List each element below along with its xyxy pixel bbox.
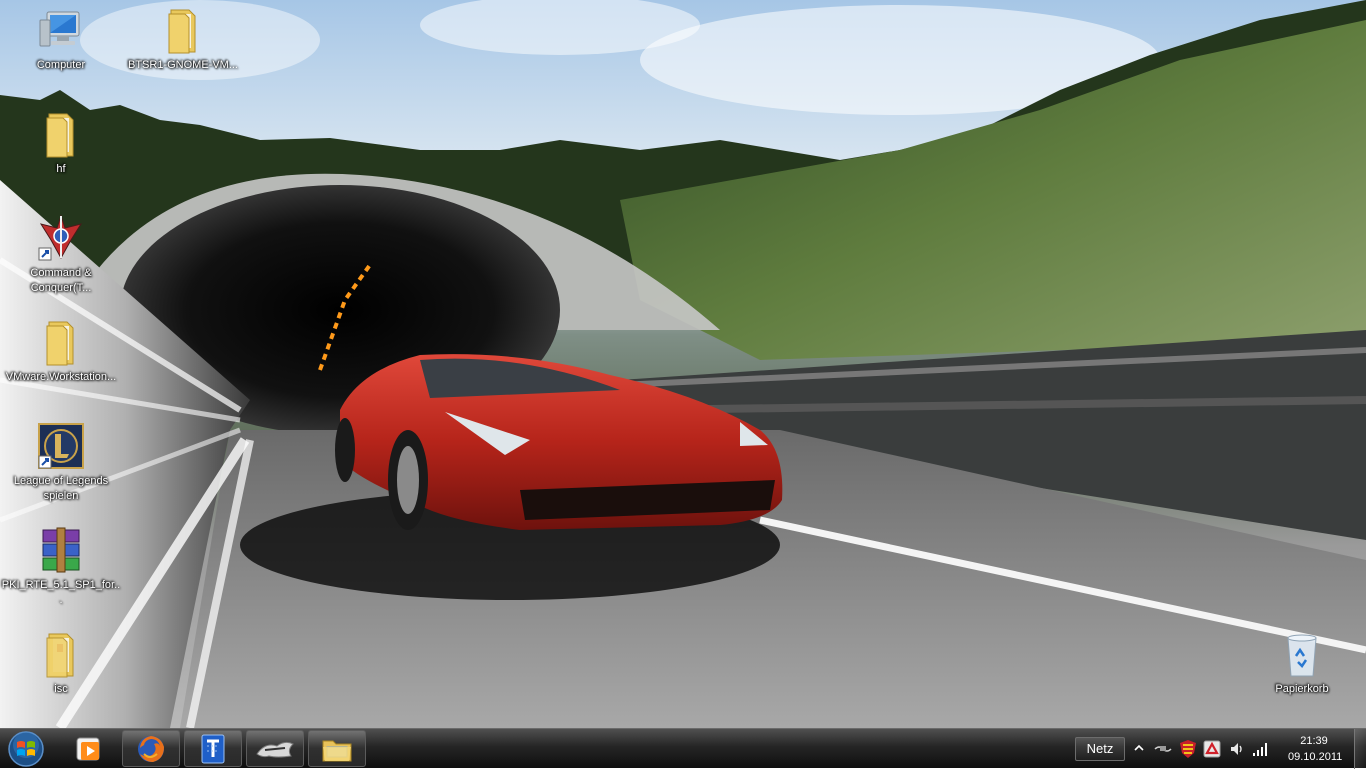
clock-time: 21:39 — [1300, 735, 1328, 747]
desktop-icon-label: hf — [56, 163, 66, 175]
folder-icon — [168, 9, 196, 54]
start-button[interactable] — [4, 731, 48, 767]
taskbar-game-launcher-button[interactable] — [246, 730, 304, 767]
network-device-icon[interactable] — [1154, 741, 1172, 757]
desktop-icon-label: Papierkorb — [1275, 683, 1329, 695]
desktop-icon-btsr1-gnome-vm[interactable]: BTSR1-GNOME-VM... — [123, 6, 243, 73]
desktop-icon-league-of-legends[interactable]: League of Legends spielen — [1, 422, 121, 504]
desktop-icon-label: Command & Conquer(T... — [30, 267, 92, 294]
volume-icon[interactable] — [1229, 741, 1245, 757]
media-player-icon — [76, 737, 100, 760]
recycle-bin-icon — [1287, 634, 1317, 677]
desktop-icon-label: Computer — [36, 59, 86, 71]
command-and-conquer-shortcut-icon — [38, 214, 83, 261]
taskbar-clock[interactable]: 21:39 09.10.2011 — [1288, 733, 1343, 765]
show-hidden-icons-chevron-icon[interactable] — [1134, 743, 1144, 753]
wallpaper-scene — [0, 0, 1366, 728]
taskbar-firefox-button[interactable] — [122, 730, 180, 767]
netz-toolbar-button[interactable]: Netz — [1075, 737, 1125, 761]
league-of-legends-shortcut-icon — [38, 423, 84, 469]
desktop-icon-label: PKI_RTE_5.1_SP1_for... — [1, 579, 121, 606]
desktop-icon-hf[interactable]: hf — [1, 110, 121, 177]
desktop-icon-recycle-bin[interactable]: Papierkorb — [1242, 630, 1362, 697]
folder-icon — [46, 113, 74, 158]
folder-icon — [46, 633, 74, 678]
taskbar-blue-app-button[interactable] — [184, 730, 242, 767]
firefox-icon — [138, 735, 164, 762]
desktop-icon-isc[interactable]: isc — [1, 630, 121, 697]
blue-app-icon — [201, 734, 225, 763]
desktop-icon-label: League of Legends spielen — [13, 475, 109, 502]
clock-date: 09.10.2011 — [1288, 751, 1343, 763]
windows-start-orb-icon — [8, 731, 44, 767]
desktop-icon-label: VMware.Workstation... — [5, 371, 117, 383]
desktop-icon-vmware-workstation[interactable]: VMware.Workstation... — [1, 318, 121, 385]
red-app-icon[interactable] — [1203, 740, 1221, 758]
game-launcher-icon — [256, 741, 294, 757]
desktop-icon-command-and-conquer[interactable]: Command & Conquer(T... — [1, 214, 121, 296]
taskbar: Netz 21:39 09.10.2011 — [0, 728, 1366, 769]
taskbar-file-explorer-button[interactable] — [308, 730, 366, 767]
desktop-icon-computer[interactable]: Computer — [1, 6, 121, 73]
file-explorer-icon — [322, 740, 352, 761]
desktop-icon-pki-rte[interactable]: PKI_RTE_5.1_SP1_for... — [1, 526, 121, 608]
desktop-icon-label: isc — [54, 683, 68, 695]
computer-icon — [39, 11, 80, 47]
folder-icon — [46, 321, 74, 366]
shield-app-icon[interactable] — [1178, 739, 1198, 759]
winrar-archive-icon — [42, 527, 80, 573]
desktop-icon-label: BTSR1-GNOME-VM... — [127, 59, 238, 71]
show-desktop-button[interactable] — [1354, 729, 1366, 769]
desktop-wallpaper — [0, 0, 1366, 728]
signal-strength-icon[interactable] — [1252, 741, 1270, 757]
taskbar-media-player-button[interactable] — [60, 730, 118, 767]
